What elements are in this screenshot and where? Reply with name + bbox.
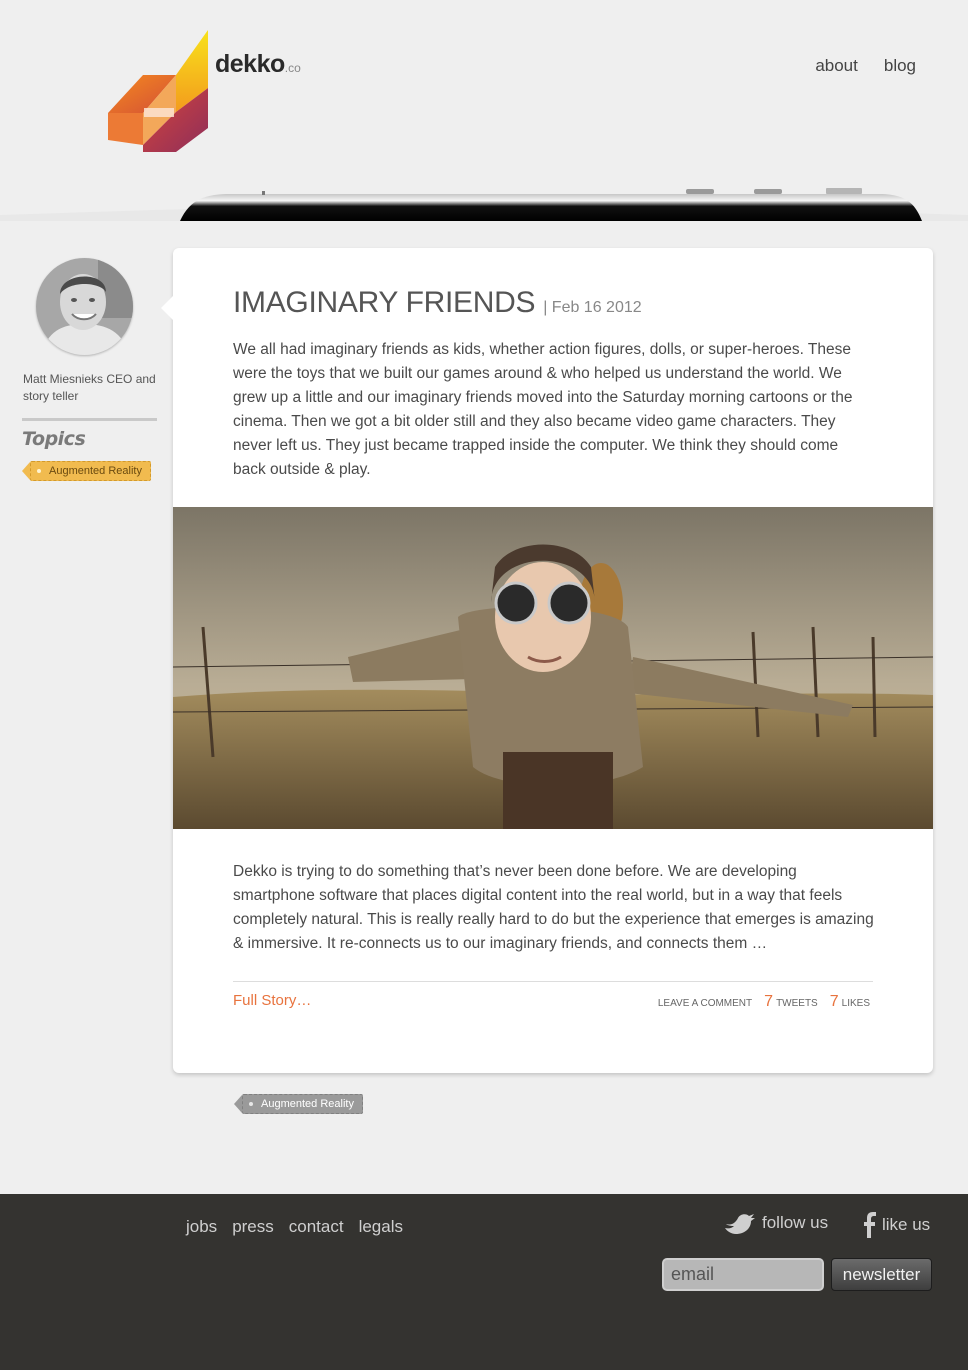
sidebar-divider: [22, 418, 157, 421]
follow-us-label: follow us: [762, 1213, 829, 1232]
like-us-label: like us: [882, 1215, 931, 1234]
post-card: IMAGINARY FRIENDS | Feb 16 2012 We all ha…: [161, 248, 933, 1073]
post-tag-label: Augmented Reality: [261, 1098, 354, 1110]
tweets-count-link[interactable]: 7 TWEETS: [764, 993, 818, 1011]
full-story-link[interactable]: Full Story…: [233, 992, 311, 1009]
likes-label: LIKES: [841, 998, 870, 1009]
site-footer: jobs press contact legals follow us like…: [0, 1194, 968, 1370]
post-intro: We all had imaginary friends as kids, wh…: [233, 341, 853, 478]
tag-hole-icon: [37, 469, 41, 473]
newsletter-button[interactable]: newsletter: [831, 1258, 932, 1291]
tweets-count: 7: [764, 993, 774, 1010]
post-title-line: IMAGINARY FRIENDS | Feb 16 2012: [233, 286, 642, 320]
like-us-link[interactable]: like us: [862, 1212, 930, 1238]
post-body: Dekko is trying to do something that’s n…: [233, 863, 874, 952]
post-meta: LEAVE A COMMENT 7 TWEETS 7 LIKES: [658, 993, 870, 1011]
card-pointer: [161, 296, 173, 320]
newsletter-email-input[interactable]: [662, 1258, 824, 1291]
post-tag-augmented-reality[interactable]: Augmented Reality: [234, 1094, 363, 1114]
post-date: | Feb 16 2012: [543, 299, 642, 316]
tweets-label: TWEETS: [776, 998, 818, 1009]
likes-count: 7: [829, 993, 839, 1010]
brand-tld: .co: [284, 61, 301, 75]
facebook-f-icon: [864, 1212, 876, 1238]
footer-links: jobs press contact legals: [186, 1217, 403, 1237]
brand-name-text: dekko: [215, 50, 285, 78]
leave-comment-link[interactable]: LEAVE A COMMENT: [658, 998, 752, 1009]
likes-count-link[interactable]: 7 LIKES: [830, 993, 870, 1011]
twitter-bird-icon: [725, 1214, 755, 1234]
footer-link-jobs[interactable]: jobs: [186, 1217, 217, 1237]
topic-tag-label: Augmented Reality: [49, 465, 142, 477]
post-title[interactable]: IMAGINARY FRIENDS: [233, 286, 535, 319]
topic-tag-augmented-reality[interactable]: Augmented Reality: [22, 461, 151, 481]
phone-edge-graphic: [0, 188, 968, 228]
post-hero-image: [173, 507, 933, 829]
nav-blog[interactable]: blog: [884, 56, 916, 76]
post-footer-divider: [233, 981, 873, 982]
nav-about[interactable]: about: [815, 56, 858, 76]
brand-name[interactable]: dekko.co: [215, 50, 301, 79]
footer-link-press[interactable]: press: [232, 1217, 274, 1237]
dekko-logo[interactable]: [108, 30, 218, 155]
tag-hole-icon: [249, 1102, 253, 1106]
footer-link-contact[interactable]: contact: [289, 1217, 344, 1237]
author-avatar[interactable]: [36, 258, 133, 355]
main-nav: about blog: [815, 56, 916, 76]
follow-us-link[interactable]: follow us: [724, 1212, 828, 1234]
topics-heading: Topics: [22, 428, 86, 450]
avatar-portrait: [36, 258, 133, 355]
footer-link-legals[interactable]: legals: [359, 1217, 403, 1237]
author-caption: Matt Miesnieks CEO and story teller: [23, 372, 156, 403]
hero-illustration: [173, 507, 933, 829]
